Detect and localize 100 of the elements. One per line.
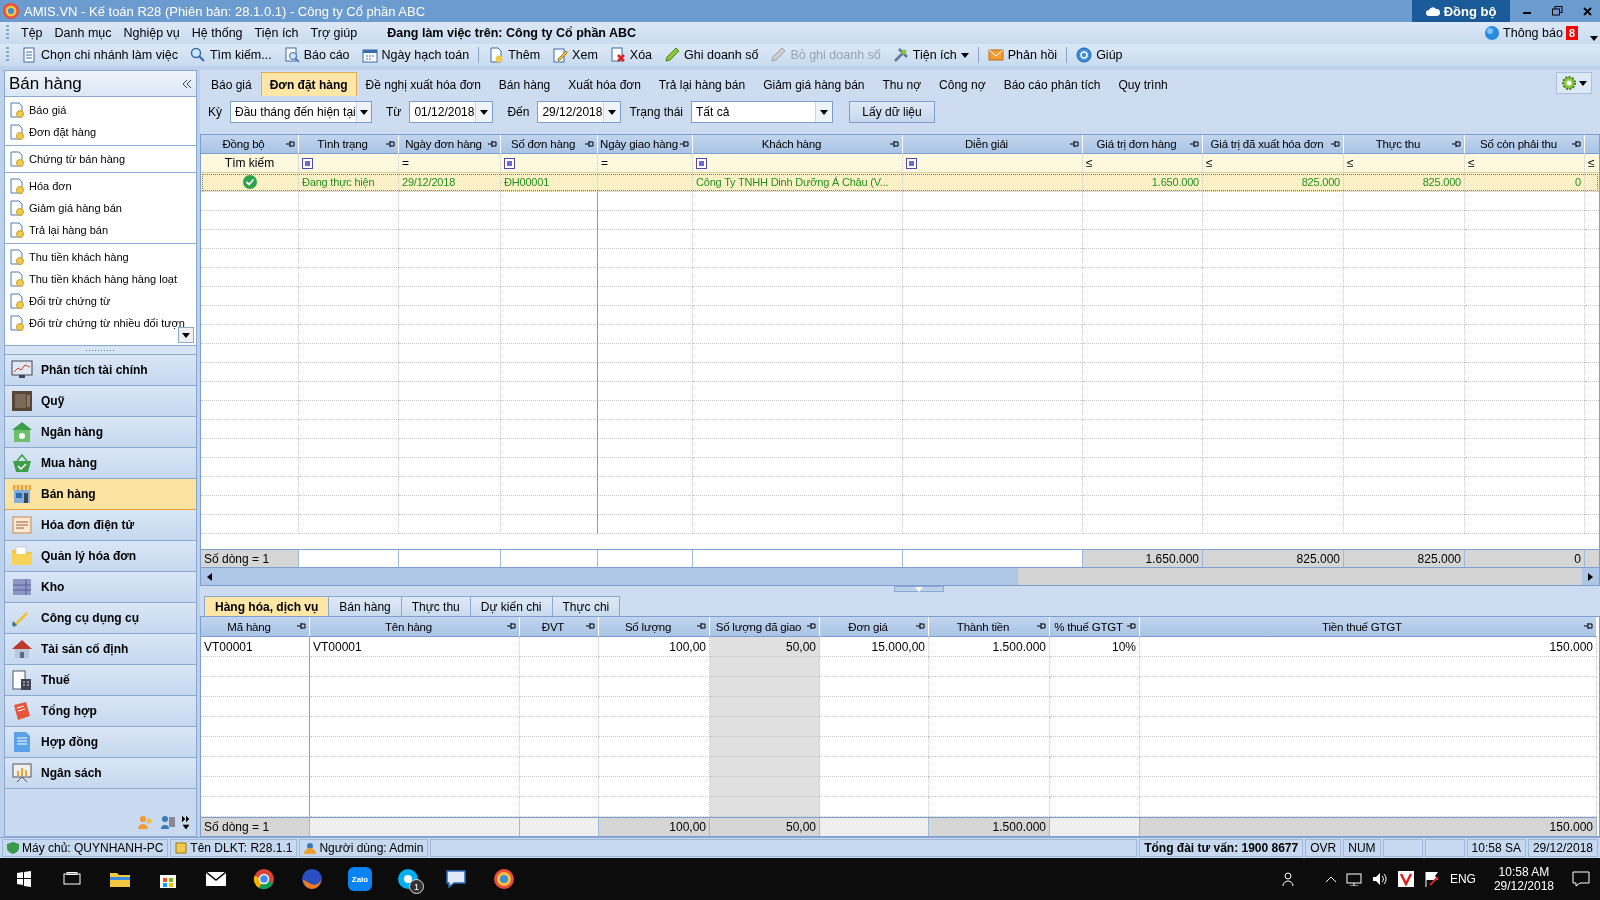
tab[interactable]: Bán hàng [489,72,560,96]
scrollbar-thumb[interactable] [218,568,1018,585]
column-header[interactable]: Giá trị đơn hàng [1083,135,1203,154]
module-button[interactable]: Ngân sách [5,758,196,789]
column-header[interactable]: Số lượng đã giao [710,617,820,637]
antivirus-icon[interactable] [1397,871,1414,887]
column-header[interactable]: Diễn giải [903,135,1083,154]
operator-icon[interactable]: ≤ [1347,156,1354,170]
filter-cell[interactable] [693,154,903,173]
menu-item[interactable]: Tiện ích [248,24,305,42]
operator-icon[interactable]: ≤ [1588,156,1595,170]
scroll-left-button[interactable] [201,568,218,585]
filter-cell[interactable]: ≤ [1083,154,1203,173]
tab[interactable]: Hàng hóa, dịch vụ [204,596,330,616]
tab[interactable]: Dự kiến chi [469,596,553,616]
sidebar-item[interactable]: Giảm giá hàng bán [5,197,196,219]
tab[interactable]: Xuất hóa đơn [559,72,650,96]
module-button[interactable]: Hóa đơn điện tử [5,510,196,541]
column-header[interactable]: % thuế GTGT [1050,617,1140,637]
module-button[interactable]: Hợp đồng [5,727,196,758]
operator-icon[interactable]: ≤ [1206,156,1213,170]
period-dropdown[interactable]: Đầu tháng đến hiện tại [230,101,372,123]
operator-icon[interactable]: = [402,156,409,170]
filter-cell[interactable] [501,154,598,173]
language-indicator[interactable]: ENG [1449,872,1476,886]
taskbar-app[interactable]: 1 [384,858,432,900]
menu-item[interactable]: Tệp [15,24,49,42]
column-header[interactable]: Số lượng [599,617,710,637]
module-button[interactable]: Quỹ [5,386,196,417]
filter-cell[interactable]: ≤ [1465,154,1585,173]
column-header[interactable]: Tiền thuế GTGT [1140,617,1597,637]
scroll-down-button[interactable] [178,327,194,343]
tab[interactable]: Công nợ [930,72,995,96]
network-icon[interactable] [1345,872,1362,886]
module-button[interactable]: Ngân hàng [5,417,196,448]
sidebar-item[interactable]: Đối trừ chứng từ [5,290,196,312]
person-board-icon[interactable] [160,815,176,829]
filter-cell[interactable]: = [399,154,501,173]
column-header[interactable]: Thực thu [1344,135,1465,154]
filter-cell[interactable]: ≤ [1585,154,1599,173]
sidebar-item[interactable]: Hóa đơn [5,175,196,197]
menu-item[interactable]: Danh mục [48,24,118,42]
filter-cell[interactable]: Tìm kiếm [201,154,299,173]
filter-cell[interactable]: ≤ [1344,154,1465,173]
sidebar-item[interactable]: Thu tiền khách hàng hàng loạt [5,268,196,290]
toolbar-button[interactable]: Xem [546,45,604,65]
toolbar-button[interactable]: Ngày hạch toán [355,45,476,65]
volume-icon[interactable] [1371,872,1388,886]
module-button[interactable]: Kho [5,572,196,603]
sidebar-item[interactable]: Thu tiền khách hàng [5,246,196,268]
toolbar-button[interactable]: Thêm [482,45,547,65]
order-row[interactable]: Đang thực hiện 29/12/2018 ĐH00001 Công Ty TNHH Dinh Dưỡng Á Châu (V... 1.650.000 825.000 825.000 0 [201,173,1599,192]
column-header[interactable]: Thành tiền [929,617,1050,637]
sidebar-item[interactable]: Đối trừ chứng từ nhiều đối tượn [5,312,196,334]
sidebar-item[interactable]: Trả lại hàng bán [5,219,196,241]
sidebar-item[interactable]: Đơn đặt hàng [5,121,196,143]
tab[interactable]: Thực thu [400,596,471,616]
toolbar-button[interactable]: Xóa [603,45,659,65]
toolbar-button[interactable]: Phản hồi [981,45,1064,65]
column-header[interactable]: Khách hàng [693,135,903,154]
module-button[interactable]: Phân tích tài chính [5,355,196,386]
column-header[interactable]: Tên hàng [310,617,520,637]
clock[interactable]: 10:58 AM 29/12/2018 [1485,865,1562,893]
column-header[interactable]: Số đơn hàng [501,135,598,154]
sidebar-item[interactable]: Báo giá [5,99,196,121]
column-header[interactable]: Mã hàng [201,617,310,637]
tab[interactable]: Đơn đặt hàng [260,72,357,96]
module-button[interactable]: Quản lý hóa đơn [5,541,196,572]
tab[interactable]: Bán hàng [328,596,402,616]
column-header[interactable]: Giá trị đã xuất hóa đơn [1203,135,1344,154]
column-header[interactable]: Ngày đơn hàng [399,135,501,154]
toolbar-button[interactable]: Chọn chi nhánh làm việc [15,45,184,65]
column-header[interactable]: ĐVT [520,617,599,637]
filter-cell[interactable] [903,154,1083,173]
column-header[interactable]: Đơn giá [820,617,929,637]
tab[interactable]: Thực chi [551,596,621,616]
splitter-handle[interactable] [894,586,944,592]
person-icon[interactable] [1281,872,1296,886]
more-icon[interactable] [182,815,190,829]
toolbar-button[interactable]: Ghi doanh số [658,45,765,65]
sync-button[interactable]: Đồng bộ [1412,0,1510,22]
notification-button[interactable]: Thông báo 8 [1484,25,1600,41]
from-date-field[interactable]: 01/12/2018 [409,101,494,123]
tab[interactable]: Báo giá [202,72,261,96]
collapse-icon[interactable] [182,79,192,88]
filter-icon[interactable] [906,157,917,169]
toolbar-button[interactable]: Tìm kiếm... [183,45,278,65]
menu-item[interactable]: Nghiệp vụ [117,24,186,42]
operator-icon[interactable]: = [601,156,608,170]
to-date-field[interactable]: 29/12/2018 [537,101,622,123]
column-header[interactable]: Đồng bộ [201,135,299,154]
filter-icon[interactable] [696,157,707,169]
module-button[interactable]: Tổng hợp [5,696,196,727]
tab[interactable]: Báo cáo phân tích [994,72,1110,96]
tab[interactable]: Giảm giá hàng bán [754,72,874,96]
column-header[interactable]: Tình trạng [299,135,399,154]
module-button[interactable]: Tài sản cố định [5,634,196,665]
fetch-data-button[interactable]: Lấy dữ liệu [849,101,935,123]
tab[interactable]: Đề nghị xuất hóa đơn [356,72,490,96]
filter-cell[interactable]: ≤ [1203,154,1344,173]
